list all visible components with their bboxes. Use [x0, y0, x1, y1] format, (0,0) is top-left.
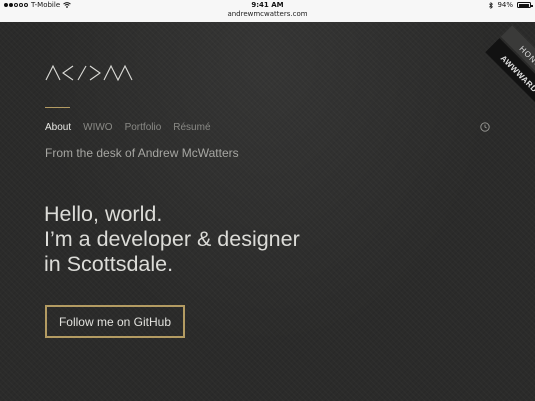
address-bar-url[interactable]: andrewmcwatters.com — [0, 10, 535, 18]
status-time: 9:41 AM — [251, 1, 284, 9]
nav-item-about[interactable]: About — [45, 122, 71, 133]
follow-github-button[interactable]: Follow me on GitHub — [45, 305, 185, 338]
logo-underline — [45, 107, 70, 108]
awwwards-ribbon[interactable]: HONORS AWWWARDS — [455, 22, 535, 142]
nav-item-resume[interactable]: Résumé — [173, 122, 210, 133]
bluetooth-icon — [489, 1, 494, 9]
hero-text: Hello, world. I’m a developer & designer… — [44, 202, 300, 277]
battery-percent: 94% — [497, 1, 513, 9]
logo[interactable]: /\</>/\/\ — [45, 62, 145, 82]
nav-item-wiwo[interactable]: WIWO — [83, 122, 112, 133]
main-nav: About WIWO Portfolio Résumé — [45, 122, 211, 133]
status-right: 94% — [489, 1, 533, 9]
page: /\</>/\/\ About WIWO Portfolio Résumé Fr… — [0, 22, 535, 401]
tagline: From the desk of Andrew McWatters — [45, 146, 239, 160]
hero-line-2: I’m a developer & designer — [44, 227, 300, 251]
battery-level — [519, 4, 529, 7]
status-bar: T-Mobile 9:41 AM andrewmcwatters.com 94% — [0, 0, 535, 22]
battery-icon — [517, 2, 533, 8]
hero-line-1: Hello, world. — [44, 202, 163, 226]
hero-line-3: in Scottsdale. — [44, 252, 174, 276]
nav-item-portfolio[interactable]: Portfolio — [125, 122, 162, 133]
